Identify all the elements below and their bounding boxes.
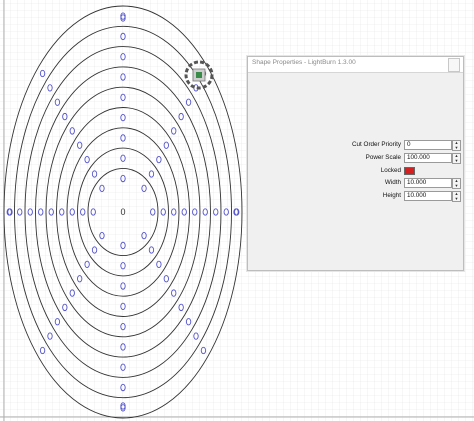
dialog-title: Shape Properties - LightBurn 1.3.00: [252, 59, 356, 66]
cut-order-input[interactable]: 0: [404, 140, 452, 150]
height-label: Height: [382, 192, 401, 199]
locked-toggle[interactable]: [404, 167, 415, 175]
dialog-titlebar[interactable]: Shape Properties - LightBurn 1.3.00: [248, 57, 463, 73]
shape-properties-dialog: Shape Properties - LightBurn 1.3.00 Cut …: [247, 56, 464, 271]
power-scale-input[interactable]: 100.000: [404, 153, 452, 163]
height-row: Height 10.000 ▲ ▼: [248, 191, 463, 202]
locked-label: Locked: [380, 167, 401, 174]
cut-order-row: Cut Order Priority 0 ▲ ▼: [248, 140, 463, 151]
height-spin-icon[interactable]: ▲ ▼: [452, 191, 461, 202]
power-scale-spin-icon[interactable]: ▲ ▼: [452, 153, 461, 164]
locked-row: Locked: [248, 166, 463, 177]
selection-center-icon: [196, 72, 202, 78]
width-label: Width: [384, 179, 401, 186]
power-scale-label: Power Scale: [365, 154, 401, 161]
width-row: Width 10.000 ▲ ▼: [248, 178, 463, 189]
width-spin-icon[interactable]: ▲ ▼: [452, 178, 461, 189]
cut-order-spin-icon[interactable]: ▲ ▼: [452, 140, 461, 151]
width-input[interactable]: 10.000: [404, 178, 452, 188]
cut-order-label: Cut Order Priority: [352, 141, 401, 148]
center-label: 0: [120, 207, 125, 217]
power-scale-row: Power Scale 100.000 ▲ ▼: [248, 153, 463, 164]
height-input[interactable]: 10.000: [404, 191, 452, 201]
close-icon[interactable]: [448, 58, 460, 72]
